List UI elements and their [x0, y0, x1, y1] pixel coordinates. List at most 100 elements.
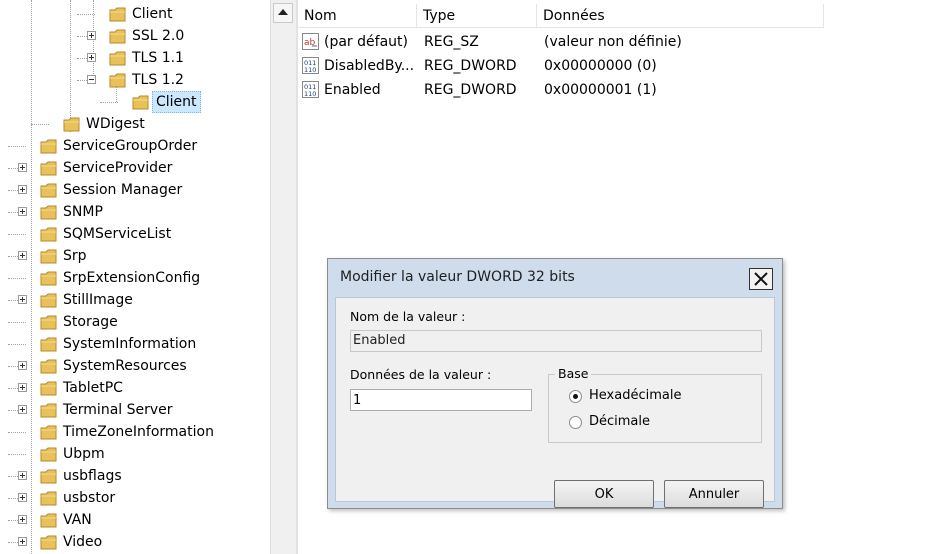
list-item[interactable]: 011 110 Enabled REG_DWORD 0x00000001 (1) — [298, 78, 931, 102]
column-header-type[interactable]: Type — [417, 4, 537, 28]
tree-item[interactable]: Video — [0, 531, 270, 553]
collapse-icon[interactable] — [87, 75, 96, 84]
folder-icon — [63, 117, 81, 132]
expand-icon[interactable] — [18, 471, 27, 480]
tree-item[interactable]: Srp — [0, 245, 270, 267]
tree-item[interactable]: usbstor — [0, 487, 270, 509]
column-header-name[interactable]: Nom — [298, 4, 417, 28]
radio-button[interactable] — [569, 416, 582, 429]
tree-item[interactable]: SSL 2.0 — [0, 25, 270, 47]
tree-item[interactable]: TabletPC — [0, 377, 270, 399]
expand-icon[interactable] — [87, 31, 96, 40]
expand-icon[interactable] — [18, 295, 27, 304]
tree-item[interactable]: TimeZoneInformation — [0, 421, 270, 443]
cancel-button[interactable]: Annuler — [664, 480, 764, 508]
folder-icon — [109, 73, 127, 88]
folder-icon — [40, 491, 58, 506]
tree-item[interactable]: Client — [0, 3, 270, 25]
expand-icon[interactable] — [87, 53, 96, 62]
folder-icon — [40, 315, 58, 330]
svg-text:110: 110 — [304, 90, 316, 98]
tree-item[interactable]: Ubpm — [0, 443, 270, 465]
tree-item-label: ServiceGroupOrder — [63, 138, 198, 154]
folder-icon — [40, 293, 58, 308]
list-item[interactable]: ab (par défaut) REG_SZ (valeur non définie) — [298, 30, 931, 54]
folder-icon — [109, 51, 127, 66]
tree-item[interactable]: Terminal Server — [0, 399, 270, 421]
tree-item[interactable]: TLS 1.2 — [0, 69, 270, 91]
expand-icon[interactable] — [18, 493, 27, 502]
folder-icon — [40, 205, 58, 220]
tree-connector — [8, 344, 26, 345]
tree-item-label: VAN — [63, 512, 92, 528]
dialog-body: Nom de la valeur : Enabled Données de la… — [335, 297, 775, 508]
tree-item-label: TabletPC — [63, 380, 123, 396]
close-icon — [754, 272, 768, 286]
value-name: DisabledBy... — [324, 58, 415, 74]
folder-icon — [40, 469, 58, 484]
value-data: 0x00000001 (1) — [544, 82, 657, 98]
binary-value-icon: 011 110 — [302, 57, 319, 74]
tree-connector — [77, 14, 95, 15]
tree-connector — [8, 278, 26, 279]
registry-tree[interactable]: Client SSL 2.0 TLS 1.1 TLS 1.2 Client WDigest… — [0, 0, 270, 554]
expand-icon[interactable] — [18, 383, 27, 392]
expand-icon[interactable] — [18, 251, 27, 260]
column-header-data[interactable]: Données — [537, 4, 824, 28]
value-name-label: Nom de la valeur : — [350, 309, 466, 324]
tree-item[interactable]: usbflags — [0, 465, 270, 487]
tree-item[interactable]: ServiceGroupOrder — [0, 135, 270, 157]
tree-item[interactable]: ServiceProvider — [0, 157, 270, 179]
scroll-up-button[interactable] — [273, 3, 293, 23]
tree-connector — [31, 124, 49, 125]
expand-icon[interactable] — [18, 163, 27, 172]
svg-text:110: 110 — [304, 66, 316, 74]
list-header: Nom Type Données — [298, 4, 931, 28]
value-type: REG_DWORD — [424, 82, 517, 98]
value-data-input[interactable] — [350, 389, 532, 411]
folder-icon — [40, 513, 58, 528]
expand-icon[interactable] — [18, 185, 27, 194]
tree-item[interactable]: WDigest — [0, 113, 270, 135]
tree-item-label: usbflags — [63, 468, 122, 484]
expand-icon[interactable] — [18, 515, 27, 524]
ok-button[interactable]: OK — [554, 480, 654, 508]
radio-button-selected[interactable] — [569, 390, 582, 403]
tree-scrollbar[interactable] — [270, 0, 296, 554]
value-name-field: Enabled — [350, 330, 762, 352]
tree-connector — [8, 234, 26, 235]
tree-item-label: Video — [63, 534, 103, 550]
folder-icon — [40, 139, 58, 154]
tree-item[interactable]: Client — [0, 91, 270, 113]
tree-item-label: Terminal Server — [63, 402, 173, 418]
folder-icon — [109, 7, 127, 22]
tree-item[interactable]: Storage — [0, 311, 270, 333]
tree-connector — [8, 454, 26, 455]
tree-item[interactable]: SNMP — [0, 201, 270, 223]
close-button[interactable] — [749, 268, 773, 290]
value-name: Enabled — [324, 82, 381, 98]
tree-item-label: SrpExtensionConfig — [63, 270, 201, 286]
tree-item[interactable]: TLS 1.1 — [0, 47, 270, 69]
tree-item[interactable]: StillImage — [0, 289, 270, 311]
tree-item[interactable]: SystemResources — [0, 355, 270, 377]
expand-icon[interactable] — [18, 207, 27, 216]
tree-item[interactable]: VAN — [0, 509, 270, 531]
tree-item-label: Client — [152, 91, 201, 113]
list-item[interactable]: 011 110 DisabledBy... REG_DWORD 0x00000000 (… — [298, 54, 931, 78]
tree-item-label: StillImage — [63, 292, 133, 308]
folder-icon — [40, 403, 58, 418]
value-data-label: Données de la valeur : — [350, 367, 492, 382]
tree-item-label: Client — [132, 6, 173, 22]
expand-icon[interactable] — [18, 361, 27, 370]
tree-item[interactable]: SrpExtensionConfig — [0, 267, 270, 289]
expand-icon[interactable] — [18, 405, 27, 414]
expand-icon[interactable] — [18, 537, 27, 546]
tree-item-label: TimeZoneInformation — [63, 424, 214, 440]
tree-connector — [8, 146, 26, 147]
string-value-icon: ab — [302, 33, 319, 50]
tree-connector — [8, 432, 26, 433]
tree-item[interactable]: SystemInformation — [0, 333, 270, 355]
tree-item[interactable]: SQMServiceList — [0, 223, 270, 245]
tree-item[interactable]: Session Manager — [0, 179, 270, 201]
